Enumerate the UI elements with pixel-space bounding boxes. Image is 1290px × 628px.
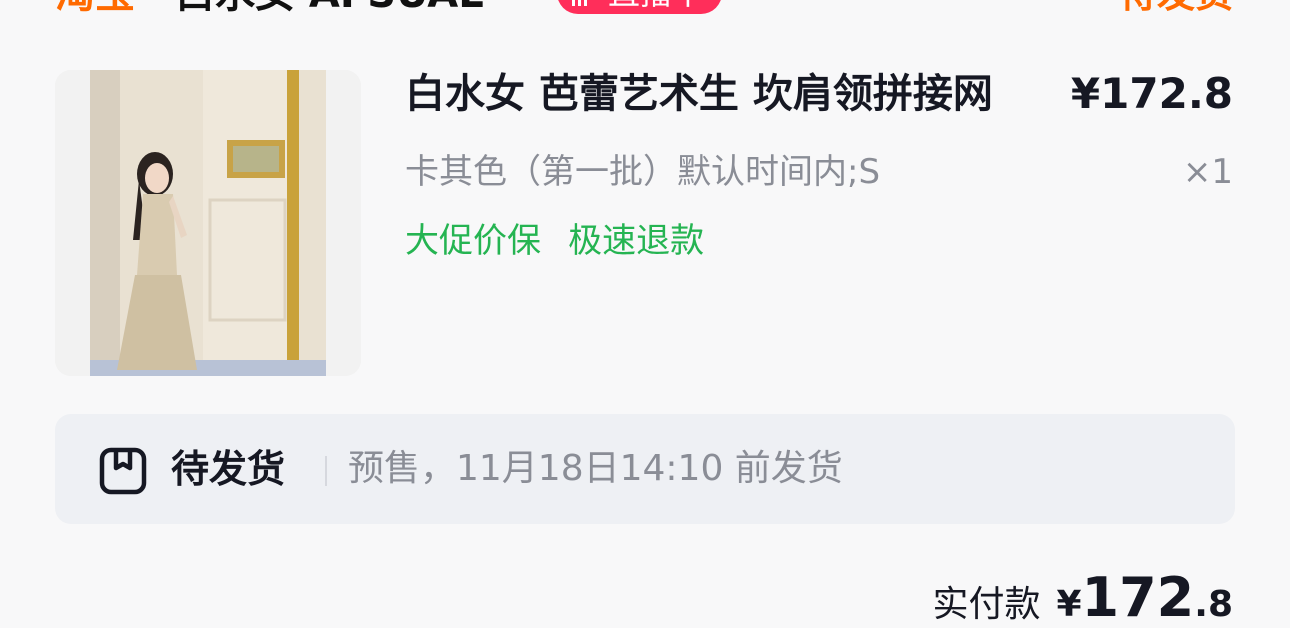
order-card: 淘宝 白水女 AFSUAL 直播中 › 待发货 bbox=[0, 0, 1290, 628]
paid-total: 实付款 ¥172.8 bbox=[932, 565, 1233, 628]
paid-amount-dec: .8 bbox=[1194, 584, 1233, 625]
chevron-right-icon[interactable]: › bbox=[735, 0, 746, 8]
store-badge: 淘宝 bbox=[55, 0, 135, 16]
product-thumbnail[interactable] bbox=[55, 70, 361, 376]
paid-label: 实付款 bbox=[932, 584, 1041, 625]
store-name[interactable]: 白水女 AFSUAL bbox=[175, 0, 484, 16]
live-bars-icon bbox=[572, 0, 587, 6]
paid-amount-int: 172 bbox=[1081, 566, 1195, 628]
product-title[interactable]: 白水女 芭蕾艺术生 坎肩领拼接网 bbox=[405, 68, 1055, 120]
service-tag: 极速退款 bbox=[568, 221, 705, 261]
paid-currency: ¥ bbox=[1056, 584, 1082, 625]
product-price: ¥172.8 bbox=[1070, 69, 1233, 118]
package-icon bbox=[99, 447, 147, 495]
service-tags: 大促价保 极速退款 bbox=[405, 218, 726, 264]
product-sku: 卡其色（第一批）默认时间内;S bbox=[405, 152, 881, 192]
service-tag: 大促价保 bbox=[405, 221, 541, 261]
live-label: 直播中 bbox=[608, 0, 704, 12]
product-quantity: ×1 bbox=[1182, 152, 1233, 192]
product-image bbox=[55, 70, 361, 376]
order-status: 待发货 bbox=[1119, 0, 1233, 16]
order-header: 淘宝 白水女 AFSUAL 直播中 › 待发货 bbox=[0, 0, 1290, 16]
shipping-status-bar[interactable]: 待发货 预售，11月18日14:10 前发货 bbox=[55, 414, 1235, 524]
shipping-status: 待发货 bbox=[171, 447, 286, 491]
divider bbox=[325, 456, 327, 486]
shipping-description: 预售，11月18日14:10 前发货 bbox=[348, 448, 843, 489]
